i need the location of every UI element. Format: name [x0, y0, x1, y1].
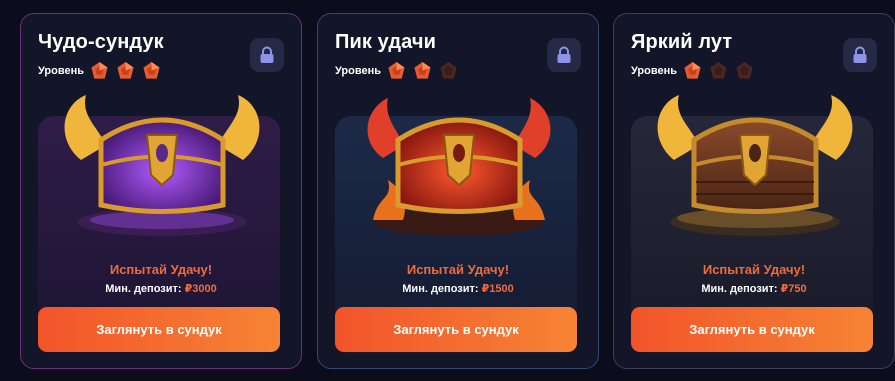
level-label: Уровень	[631, 64, 678, 77]
level-gem-icon	[91, 61, 108, 79]
level-indicator: Уровень	[335, 61, 465, 80]
level-gem-icon	[684, 61, 701, 79]
promo-text: Испытай Удачу!	[109, 262, 213, 277]
level-gem-empty-icon	[440, 61, 457, 79]
deposit-amount: ₽750	[780, 283, 807, 295]
lock-button[interactable]	[843, 38, 877, 72]
promo-text: Испытай Удачу!	[702, 262, 806, 277]
level-gem-empty-icon	[710, 61, 727, 79]
card-title: Яркий лут	[631, 31, 733, 53]
chest-card: Яркий лут Уровень Испытай Удачу! Мин. де…	[613, 13, 895, 369]
promo-text: Испытай Удачу!	[406, 262, 510, 277]
lock-button[interactable]	[547, 38, 581, 72]
level-label: Уровень	[38, 64, 85, 77]
open-chest-button[interactable]: Заглянуть в сундук	[335, 307, 577, 352]
level-gem-icon	[414, 61, 431, 79]
chest-image	[657, 95, 853, 236]
min-deposit: Мин. депозит: ₽1500	[318, 282, 598, 295]
lock-icon	[853, 46, 867, 63]
chest-image	[367, 98, 551, 236]
lock-button[interactable]	[250, 38, 284, 72]
deposit-label: Мин. депозит:	[701, 283, 778, 295]
level-gem-icon	[117, 61, 134, 79]
level-indicator: Уровень	[631, 61, 761, 80]
chest-card: Чудо-сундук Уровень Испытай Удачу! Мин. …	[20, 13, 302, 369]
card-title: Чудо-сундук	[38, 31, 164, 53]
open-chest-button[interactable]: Заглянуть в сундук	[38, 307, 280, 352]
deposit-label: Мин. депозит:	[105, 283, 182, 295]
chest-image	[64, 95, 260, 236]
open-chest-button[interactable]: Заглянуть в сундук	[631, 307, 873, 352]
deposit-amount: ₽1500	[481, 283, 514, 295]
level-label: Уровень	[335, 64, 382, 77]
level-indicator: Уровень	[38, 61, 168, 80]
lock-icon	[260, 46, 274, 63]
level-gem-icon	[143, 61, 160, 79]
level-gem-empty-icon	[736, 61, 753, 79]
deposit-label: Мин. депозит:	[402, 283, 479, 295]
min-deposit: Мин. депозит: ₽3000	[21, 282, 301, 295]
card-title: Пик удачи	[335, 31, 436, 53]
deposit-amount: ₽3000	[184, 283, 217, 295]
level-gem-icon	[388, 61, 405, 79]
min-deposit: Мин. депозит: ₽750	[614, 282, 894, 295]
chest-card: Пик удачи Уровень Испытай Удачу! Мин. де…	[317, 13, 599, 369]
lock-icon	[557, 46, 571, 63]
